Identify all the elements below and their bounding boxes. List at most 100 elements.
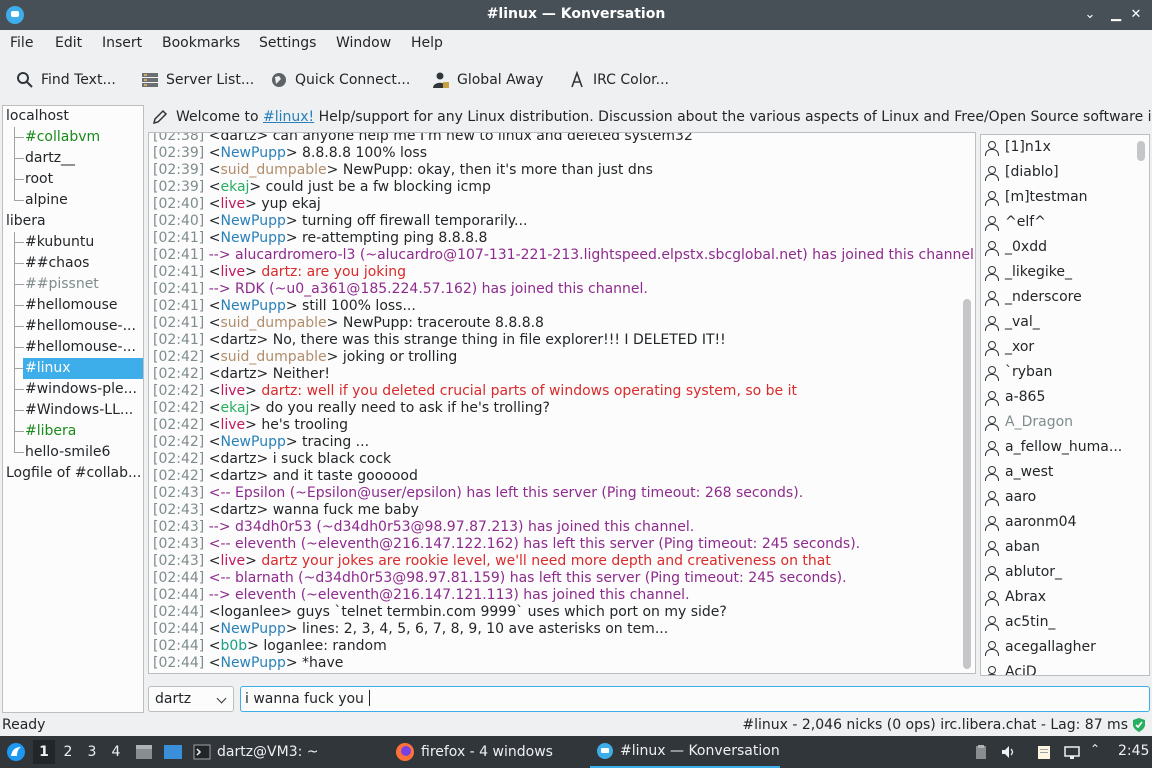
nick-list-item[interactable]: _0xdd <box>985 235 1047 260</box>
chat-view[interactable]: [02:38] <dartz> can anyone help me I'm n… <box>148 132 976 674</box>
message-nick[interactable]: dartz <box>220 451 256 467</box>
nick-list-item[interactable]: aban <box>985 535 1040 560</box>
nick-list-item[interactable]: AciD <box>985 660 1037 675</box>
tree-item-hellomouse[interactable]: #hellomouse <box>25 295 118 316</box>
nick-list-item[interactable]: _nderscore <box>985 285 1082 310</box>
desktop-2[interactable]: 2 <box>57 740 79 764</box>
message-nick[interactable]: dartz <box>220 332 256 348</box>
nick-list-item[interactable]: aaro <box>985 485 1036 510</box>
menu-file[interactable]: File <box>10 35 33 51</box>
tree-item-chaos[interactable]: ##chaos <box>25 253 89 274</box>
message-nick[interactable]: live <box>220 553 245 569</box>
message-input[interactable]: i wanna fuck you <box>240 686 1150 712</box>
tree-item-hellomouse-3[interactable]: #hellomouse-... <box>25 337 136 358</box>
close-button[interactable]: ✕ <box>1126 5 1146 25</box>
menu-edit[interactable]: Edit <box>55 35 82 51</box>
nick-list-item[interactable]: A_Dragon <box>985 410 1073 435</box>
tree-item-root[interactable]: root <box>25 169 53 190</box>
menu-bookmarks[interactable]: Bookmarks <box>162 35 240 51</box>
nick-list-item[interactable]: [m]testman <box>985 185 1088 210</box>
message-nick[interactable]: live <box>220 264 245 280</box>
nick-list-item[interactable]: Abrax <box>985 585 1046 610</box>
task-terminal[interactable]: dartz@VM3: ~ <box>193 736 319 768</box>
message-nick[interactable]: NewPupp <box>220 145 285 161</box>
nick-list-item[interactable]: [1]n1x <box>985 135 1051 160</box>
file-manager-icon[interactable] <box>135 743 153 761</box>
message-nick[interactable]: b0b <box>220 638 247 654</box>
message-nick[interactable]: NewPupp <box>220 621 285 637</box>
chat-scrollbar[interactable] <box>961 133 973 673</box>
nick-list-item[interactable]: a_fellow_huma... <box>985 435 1122 460</box>
tree-item-alpine[interactable]: alpine <box>25 190 68 211</box>
server-list-button[interactable]: Server List... <box>141 66 254 94</box>
nick-list-item[interactable]: acegallagher <box>985 635 1096 660</box>
nick-list-item[interactable]: ac5tin_ <box>985 610 1055 635</box>
desktop-4[interactable]: 4 <box>105 740 127 764</box>
tree-item-collabvm[interactable]: #collabvm <box>25 127 100 148</box>
app-launcher-icon[interactable] <box>6 742 26 762</box>
tree-item-hello-smile6[interactable]: hello-smile6 <box>25 442 110 463</box>
tree-item-linux[interactable]: #linux <box>23 358 143 379</box>
tree-item-hellomouse-2[interactable]: #hellomouse-... <box>25 316 136 337</box>
nick-list-item[interactable]: a-865 <box>985 385 1045 410</box>
tree-item-logfile[interactable]: Logfile of #collab... <box>6 463 141 484</box>
message-nick[interactable]: ekaj <box>220 400 249 416</box>
message-nick[interactable]: dartz <box>220 366 256 382</box>
find-text-button[interactable]: Find Text... <box>16 66 116 94</box>
irc-color-button[interactable]: IRC Color... <box>568 66 669 94</box>
show-desktop-icon[interactable] <box>163 743 183 761</box>
nick-list-item[interactable]: _xor <box>985 335 1034 360</box>
message-nick[interactable]: ekaj <box>220 179 249 195</box>
nick-list-scrollbar[interactable] <box>1135 135 1147 675</box>
message-nick[interactable]: live <box>220 383 245 399</box>
tree-item-dartz[interactable]: dartz__ <box>25 148 75 169</box>
tree-server-libera[interactable]: libera <box>6 211 46 232</box>
menu-insert[interactable]: Insert <box>102 35 142 51</box>
tree-server-localhost[interactable]: localhost <box>6 106 69 127</box>
clipboard-icon[interactable] <box>973 744 989 760</box>
message-nick[interactable]: NewPupp <box>220 655 285 671</box>
message-nick[interactable]: live <box>220 196 245 212</box>
keep-above-icon[interactable]: ⌄ <box>1080 5 1100 25</box>
nick-list-item[interactable]: ^elf^ <box>985 210 1046 235</box>
message-nick[interactable]: NewPupp <box>220 434 285 450</box>
message-nick[interactable]: live <box>220 417 245 433</box>
message-nick[interactable]: dartz <box>220 502 256 518</box>
task-firefox[interactable]: firefox - 4 windows <box>395 736 553 768</box>
message-nick[interactable]: dartz <box>220 133 256 144</box>
volume-icon[interactable] <box>1000 744 1016 760</box>
nick-list-scrollbar-thumb[interactable] <box>1137 141 1145 161</box>
tray-expand-icon[interactable]: ⌃ <box>1090 742 1100 756</box>
nick-list-item[interactable]: ablutor_ <box>985 560 1062 585</box>
message-nick[interactable]: loganlee <box>220 604 280 620</box>
tree-item-kubuntu[interactable]: #kubuntu <box>25 232 94 253</box>
minimize-button[interactable]: ▁ <box>1106 5 1126 25</box>
topic-channel-link[interactable]: #linux! <box>263 109 314 125</box>
nick-list-item[interactable]: _val_ <box>985 310 1040 335</box>
desktop-1[interactable]: 1 <box>33 740 55 764</box>
menu-window[interactable]: Window <box>336 35 391 51</box>
notes-icon[interactable] <box>1036 744 1052 760</box>
nick-list-item[interactable]: `ryban <box>985 360 1052 385</box>
menu-settings[interactable]: Settings <box>259 35 316 51</box>
message-nick[interactable]: suid_dumpable <box>220 162 326 178</box>
message-nick[interactable]: suid_dumpable <box>220 315 326 331</box>
tree-item-windows-ple[interactable]: #windows-ple... <box>25 379 137 400</box>
chat-scrollbar-thumb[interactable] <box>963 299 971 669</box>
tree-item-libera[interactable]: #libera <box>25 421 76 442</box>
nick-list-item[interactable]: aaronm04 <box>985 510 1077 535</box>
menu-help[interactable]: Help <box>411 35 443 51</box>
task-konversation[interactable]: #linux — Konversation <box>590 736 780 768</box>
clock[interactable]: 2:45 <box>1118 743 1149 759</box>
quick-connect-button[interactable]: Quick Connect... <box>270 66 410 94</box>
edit-topic-icon[interactable] <box>152 109 168 125</box>
nick-list-item[interactable]: _likegike_ <box>985 260 1072 285</box>
global-away-button[interactable]: Global Away <box>432 66 543 94</box>
nick-list-item[interactable]: a_west <box>985 460 1053 485</box>
message-nick[interactable]: dartz <box>220 468 256 484</box>
nick-list[interactable]: [1]n1x [diablo] [m]testman ^elf^ _0xdd _likeg… <box>980 134 1150 676</box>
nick-selector[interactable]: dartz <box>148 686 234 712</box>
message-nick[interactable]: suid_dumpable <box>220 349 326 365</box>
desktop-3[interactable]: 3 <box>81 740 103 764</box>
tree-item-windows-ll[interactable]: #Windows-LL... <box>25 400 133 421</box>
